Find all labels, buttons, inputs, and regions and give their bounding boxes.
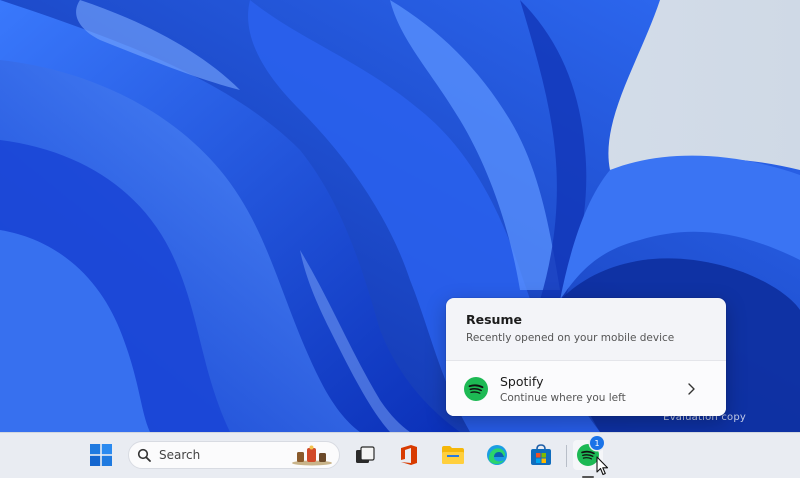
file-explorer-icon: [442, 446, 464, 464]
task-view-icon: [356, 446, 375, 463]
office-button[interactable]: [394, 440, 424, 470]
resume-item-text: Spotify Continue where you left: [500, 374, 684, 404]
file-explorer-button[interactable]: [438, 440, 468, 470]
chevron-right-icon[interactable]: [684, 382, 698, 396]
spotify-icon: [464, 376, 488, 401]
edge-icon: [487, 445, 507, 465]
flyout-subtitle: Recently opened on your mobile device: [466, 332, 675, 344]
search-highlight-icon: [292, 445, 332, 466]
office-icon: [401, 445, 417, 465]
resume-item-description: Continue where you left: [500, 391, 626, 404]
mouse-cursor-icon: [596, 456, 609, 476]
store-button[interactable]: [526, 440, 556, 470]
taskbar: Search: [0, 432, 800, 478]
flyout-title: Resume: [466, 312, 522, 327]
search-placeholder: Search: [159, 448, 201, 462]
start-button[interactable]: [86, 440, 116, 470]
windows-start-icon: [90, 444, 112, 466]
resume-flyout: Resume Recently opened on your mobile de…: [446, 298, 726, 416]
task-view-button[interactable]: [350, 440, 380, 470]
flyout-header: Resume Recently opened on your mobile de…: [446, 298, 726, 360]
notification-badge: 1: [590, 436, 604, 450]
resume-item-app-name: Spotify: [500, 373, 544, 389]
search-icon: [137, 448, 151, 462]
store-icon: [531, 444, 551, 465]
edge-button[interactable]: [482, 440, 512, 470]
resume-item-spotify[interactable]: Spotify Continue where you left: [446, 360, 726, 416]
taskbar-search-box[interactable]: Search: [128, 441, 340, 469]
taskbar-separator: [566, 445, 567, 467]
